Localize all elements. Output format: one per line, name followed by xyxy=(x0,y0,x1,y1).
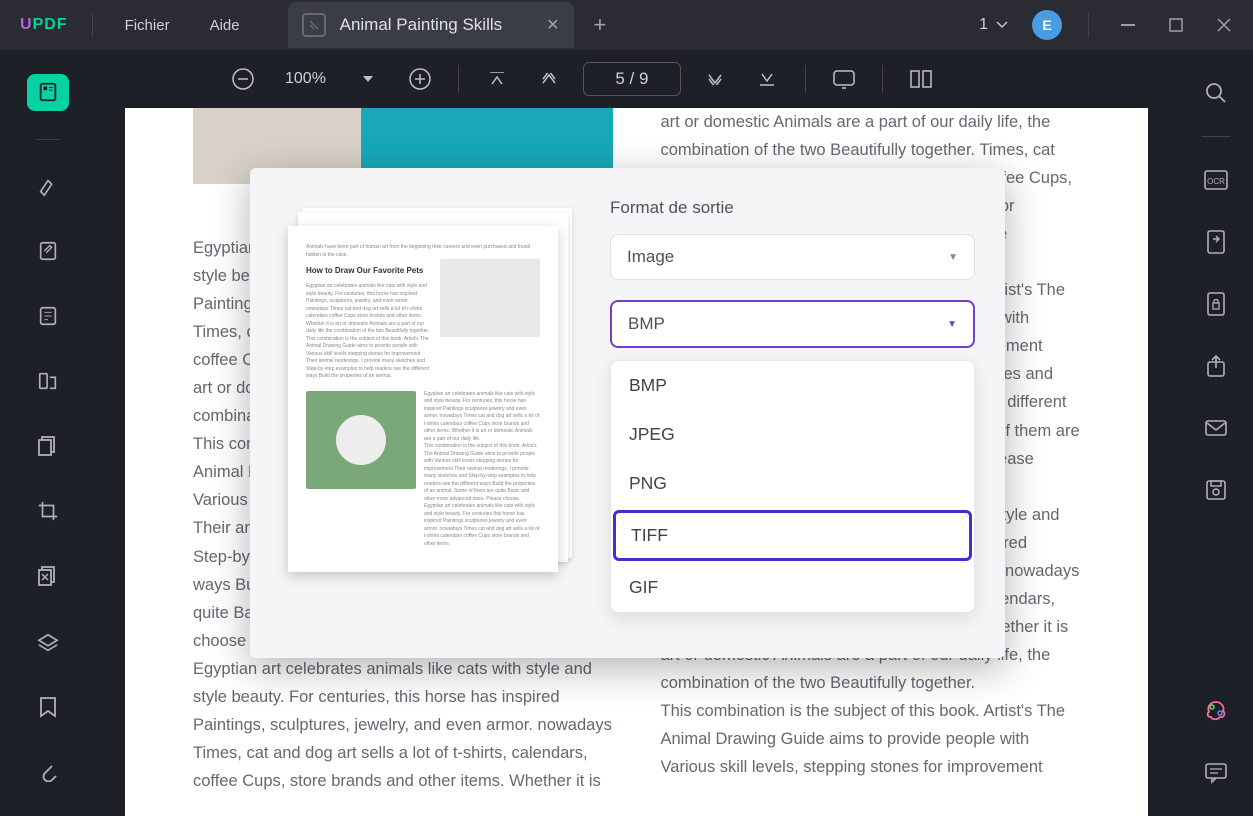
zoom-out-button[interactable] xyxy=(225,61,261,97)
chevron-down-icon: ▼ xyxy=(948,252,958,263)
document-tab[interactable]: Animal Painting Skills ✕ xyxy=(288,2,574,48)
edit-tool-icon[interactable] xyxy=(27,233,69,270)
avatar[interactable]: E xyxy=(1032,10,1062,40)
convert-icon[interactable] xyxy=(1197,223,1235,261)
format-option-jpeg[interactable]: JPEG xyxy=(611,410,974,459)
format-select[interactable]: BMP ▼ xyxy=(610,300,975,348)
email-icon[interactable] xyxy=(1197,409,1235,447)
view-mode-button[interactable] xyxy=(903,61,939,97)
left-sidebar xyxy=(0,50,95,816)
separator xyxy=(36,139,60,140)
separator xyxy=(92,13,93,37)
minimize-button[interactable] xyxy=(1107,5,1149,45)
protect-icon[interactable] xyxy=(1197,285,1235,323)
share-icon[interactable] xyxy=(1197,347,1235,385)
zoom-in-button[interactable] xyxy=(402,61,438,97)
window-dropdown[interactable]: 1 xyxy=(969,16,1018,34)
bookmark-icon[interactable] xyxy=(27,686,69,728)
crop-tool-icon[interactable] xyxy=(27,492,69,529)
format-option-gif[interactable]: GIF xyxy=(611,563,974,612)
tab-title: Animal Painting Skills xyxy=(340,15,503,35)
presentation-button[interactable] xyxy=(826,61,862,97)
format-option-tiff[interactable]: TIFF xyxy=(613,510,972,561)
format-dropdown: BMP JPEG PNG TIFF GIF xyxy=(610,360,975,613)
toolbar: 100% 5 / 9 xyxy=(95,50,1178,108)
form-tool-icon[interactable] xyxy=(27,298,69,335)
attachment-icon[interactable] xyxy=(27,750,69,792)
page-input[interactable]: 5 / 9 xyxy=(583,62,681,96)
svg-text:OCR: OCR xyxy=(1207,177,1225,186)
app-logo: UPDF xyxy=(8,16,80,34)
ai-icon[interactable] xyxy=(1197,692,1235,730)
export-preview: Animals have been part of human art from… xyxy=(280,198,590,628)
zoom-level: 100% xyxy=(277,70,334,88)
separator xyxy=(805,65,806,93)
layers-icon[interactable] xyxy=(27,622,69,664)
zoom-dropdown-icon[interactable] xyxy=(350,61,386,97)
titlebar: UPDF Fichier Aide Animal Painting Skills… xyxy=(0,0,1253,50)
right-sidebar: OCR xyxy=(1178,50,1253,816)
highlighter-tool-icon[interactable] xyxy=(27,168,69,205)
image-type-select[interactable]: Image ▼ xyxy=(610,234,975,280)
first-page-button[interactable] xyxy=(479,61,515,97)
menu-help[interactable]: Aide xyxy=(190,17,260,34)
reader-tool-icon[interactable] xyxy=(27,74,69,111)
search-icon[interactable] xyxy=(1197,74,1235,112)
new-tab-button[interactable]: + xyxy=(574,12,627,38)
format-option-bmp[interactable]: BMP xyxy=(611,361,974,410)
ocr-icon[interactable]: OCR xyxy=(1197,161,1235,199)
close-button[interactable] xyxy=(1203,5,1245,45)
save-icon[interactable] xyxy=(1197,471,1235,509)
format-option-png[interactable]: PNG xyxy=(611,459,974,508)
chevron-down-icon xyxy=(996,21,1008,29)
redact-tool-icon[interactable] xyxy=(27,557,69,594)
chevron-down-icon: ▼ xyxy=(947,319,957,330)
output-format-label: Format de sortie xyxy=(610,198,975,218)
last-page-button[interactable] xyxy=(749,61,785,97)
separator xyxy=(1088,13,1089,37)
maximize-button[interactable] xyxy=(1155,5,1197,45)
pages-tool-icon[interactable] xyxy=(27,427,69,464)
menu-file[interactable]: Fichier xyxy=(105,17,190,34)
next-page-button[interactable] xyxy=(697,61,733,97)
close-tab-icon[interactable]: ✕ xyxy=(546,15,559,35)
export-modal: Animals have been part of human art from… xyxy=(250,168,1005,658)
comment-icon[interactable] xyxy=(1197,754,1235,792)
organize-tool-icon[interactable] xyxy=(27,362,69,399)
separator xyxy=(882,65,883,93)
document-icon xyxy=(302,13,326,37)
prev-page-button[interactable] xyxy=(531,61,567,97)
separator xyxy=(458,65,459,93)
separator xyxy=(1201,136,1231,137)
